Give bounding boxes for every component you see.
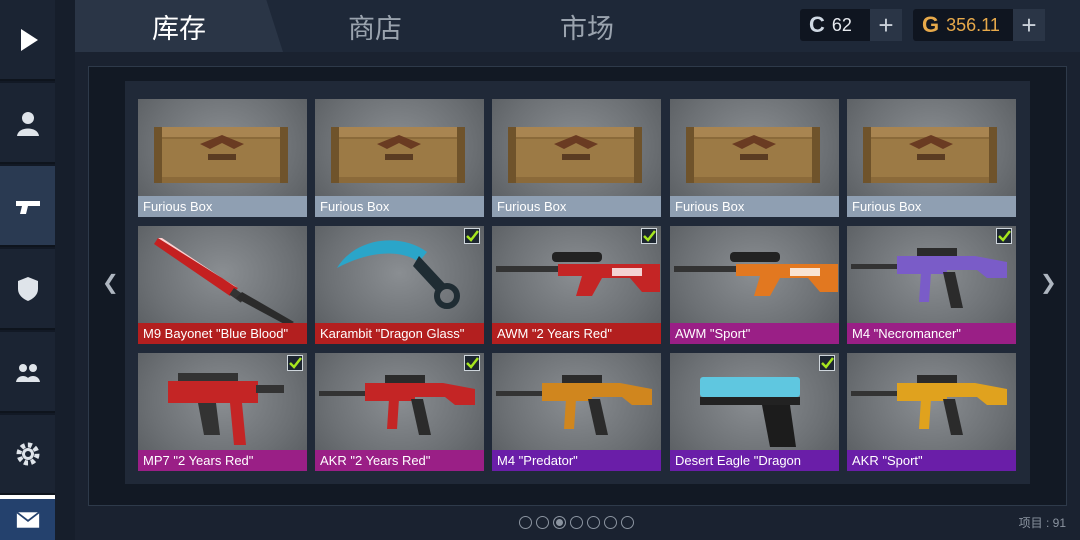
tab-inventory[interactable]: 库存: [75, 0, 283, 52]
weapon-image: [492, 353, 661, 450]
item-name-label: AWM "2 Years Red": [492, 323, 661, 344]
inventory-item-card[interactable]: Desert Eagle "Dragon: [670, 353, 839, 471]
box-image: [492, 99, 661, 196]
page-dot[interactable]: [587, 516, 600, 529]
prev-page-arrow[interactable]: ❮: [102, 270, 119, 295]
sidebar: [0, 0, 55, 540]
page-dot[interactable]: [604, 516, 617, 529]
page-dot[interactable]: [570, 516, 583, 529]
weapon-image: [315, 226, 484, 323]
tab-market[interactable]: 市场: [507, 0, 667, 52]
next-page-arrow[interactable]: ❯: [1040, 270, 1057, 295]
weapon-image: [847, 226, 1016, 323]
gold-icon: G: [922, 12, 940, 37]
inventory-item-card[interactable]: M4 "Necromancer": [847, 226, 1016, 344]
gold-balance: G 356.11 +: [913, 9, 1045, 41]
weapon-image: [315, 353, 484, 450]
coins-value: 62: [831, 14, 852, 35]
equipped-check-icon: [641, 228, 657, 244]
item-count: 项目 : 91: [1018, 516, 1066, 530]
item-name-label: M4 "Predator": [492, 450, 661, 471]
item-name-label: Furious Box: [670, 196, 839, 217]
equipped-check-icon: [464, 228, 480, 244]
item-name-label: MP7 "2 Years Red": [138, 450, 307, 471]
coin-icon: C: [809, 12, 825, 37]
item-name-label: AKR "2 Years Red": [315, 450, 484, 471]
item-name-label: Furious Box: [138, 196, 307, 217]
weapon-image: [138, 353, 307, 450]
profile-button[interactable]: [0, 83, 55, 164]
top-bar: 库存 商店 市场 C 62 + G 356.11 +: [75, 0, 1080, 52]
equipped-check-icon: [996, 228, 1012, 244]
box-image: [138, 99, 307, 196]
item-name-label: Furious Box: [492, 196, 661, 217]
profile-icon: [16, 111, 39, 136]
inventory-item-card[interactable]: Karambit "Dragon Glass": [315, 226, 484, 344]
friends-button[interactable]: [0, 332, 55, 413]
inventory-item-card[interactable]: AKR "Sport": [847, 353, 1016, 471]
page-dot[interactable]: [519, 516, 532, 529]
mail-button[interactable]: [0, 495, 55, 540]
page-dot[interactable]: [553, 516, 566, 529]
settings-icon: [16, 442, 39, 466]
item-name-label: M4 "Necromancer": [847, 323, 1016, 344]
box-image: [847, 99, 1016, 196]
mail-icon: [15, 511, 40, 528]
coins-balance: C 62 +: [800, 9, 902, 41]
item-name-label: M9 Bayonet "Blue Blood": [138, 323, 307, 344]
equipped-check-icon: [464, 355, 480, 371]
weapon-image: [670, 226, 839, 323]
tab-label: 库存: [152, 13, 206, 44]
page-dot[interactable]: [621, 516, 634, 529]
inventory-item-card[interactable]: Furious Box: [315, 99, 484, 217]
add-gold-button[interactable]: +: [1013, 9, 1045, 41]
play-icon: [20, 28, 38, 51]
gold-value: 356.11: [946, 14, 1000, 35]
weapon-image: [847, 353, 1016, 450]
sidebar-divider: [55, 0, 75, 540]
clan-icon: [17, 276, 38, 301]
inventory-item-card[interactable]: M9 Bayonet "Blue Blood": [138, 226, 307, 344]
inventory-item-card[interactable]: Furious Box: [670, 99, 839, 217]
item-name-label: Desert Eagle "Dragon: [670, 450, 839, 471]
item-name-label: AKR "Sport": [847, 450, 1016, 471]
tab-shop[interactable]: 商店: [295, 0, 455, 52]
item-name-label: Furious Box: [315, 196, 484, 217]
box-image: [315, 99, 484, 196]
inventory-item-card[interactable]: MP7 "2 Years Red": [138, 353, 307, 471]
equipped-check-icon: [287, 355, 303, 371]
tab-label: 商店: [348, 13, 402, 44]
item-name-label: AWM "Sport": [670, 323, 839, 344]
inventory-item-card[interactable]: AWM "2 Years Red": [492, 226, 661, 344]
clan-button[interactable]: [0, 249, 55, 330]
item-name-label: Furious Box: [847, 196, 1016, 217]
inventory-item-card[interactable]: Furious Box: [492, 99, 661, 217]
item-name-label: Karambit "Dragon Glass": [315, 323, 484, 344]
weapon-icon: [15, 200, 40, 214]
page-dot[interactable]: [536, 516, 549, 529]
weapon-image: [492, 226, 661, 323]
friends-icon: [15, 363, 40, 382]
inventory-item-card[interactable]: M4 "Predator": [492, 353, 661, 471]
add-coins-button[interactable]: +: [870, 9, 902, 41]
play-button[interactable]: [0, 0, 55, 81]
equipped-check-icon: [819, 355, 835, 371]
page-indicator: [519, 516, 634, 529]
inventory-item-card[interactable]: Furious Box: [138, 99, 307, 217]
inventory-button[interactable]: [0, 166, 55, 247]
tab-label: 市场: [560, 13, 614, 44]
inventory-item-card[interactable]: AWM "Sport": [670, 226, 839, 344]
inventory-item-card[interactable]: AKR "2 Years Red": [315, 353, 484, 471]
settings-button[interactable]: [0, 415, 55, 495]
weapon-image: [670, 353, 839, 450]
weapon-image: [138, 226, 307, 326]
inventory-item-card[interactable]: Furious Box: [847, 99, 1016, 217]
box-image: [670, 99, 839, 196]
